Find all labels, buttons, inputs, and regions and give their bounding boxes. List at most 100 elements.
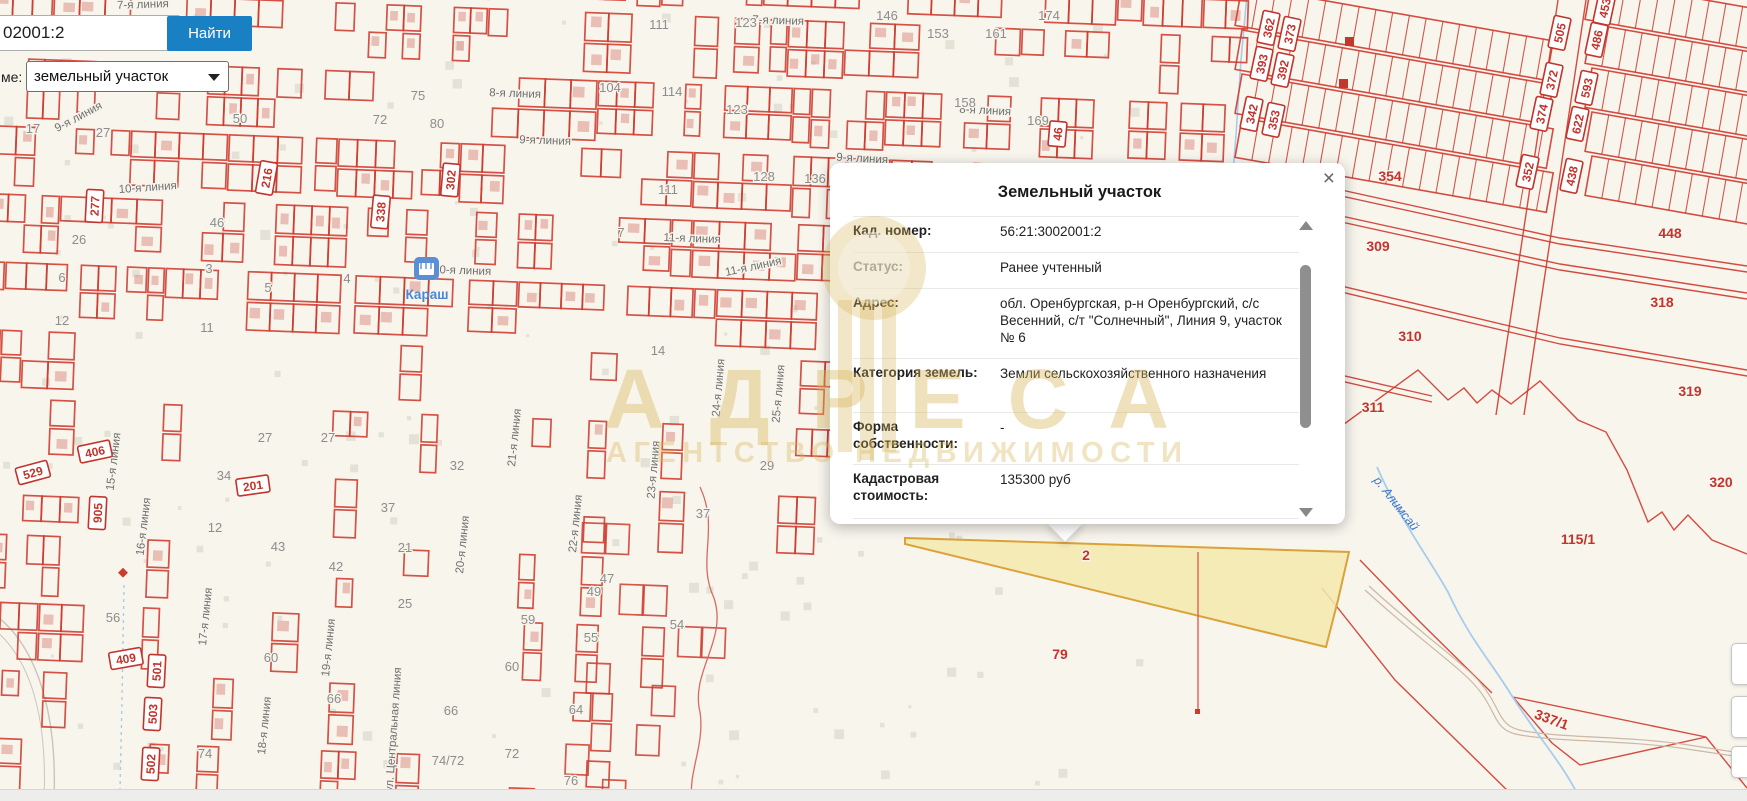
popup-field-row: Статус:Ранее учтенный bbox=[853, 252, 1299, 288]
popup-field-row: Уточненная площадь:30000.00 кв.м bbox=[853, 518, 1299, 524]
parcel-number: 123 bbox=[735, 15, 757, 30]
parcel-number: 25 bbox=[398, 596, 412, 611]
popup-title: Земельный участок bbox=[854, 183, 1305, 202]
parcel-number: 4 bbox=[343, 271, 350, 286]
parcel-number: 169 bbox=[1027, 113, 1049, 128]
parcel-number: 114 bbox=[662, 84, 683, 99]
parcel-number-red: 311 bbox=[1362, 399, 1385, 415]
svg-text:277: 277 bbox=[87, 195, 102, 216]
parcel-number: 37 bbox=[696, 506, 710, 521]
popup-rows: Кад. номер:56:21:3002001:2Статус:Ранее у… bbox=[853, 216, 1299, 524]
parcel-number: 158 bbox=[954, 95, 976, 110]
parcel-number: 5 bbox=[264, 280, 271, 295]
map-control-button[interactable] bbox=[1731, 696, 1747, 738]
parcel-number: 153 bbox=[927, 26, 949, 41]
close-icon[interactable]: × bbox=[1323, 169, 1335, 189]
parcel-number: 6 bbox=[58, 270, 65, 285]
parcel-number: 59 bbox=[521, 612, 535, 627]
parcel-number: 64 bbox=[569, 702, 583, 717]
parcel-info-popup: × Земельный участок Кад. номер:56:21:300… bbox=[830, 163, 1345, 524]
poi-label: Караш bbox=[406, 287, 449, 302]
scrollbar-thumb[interactable] bbox=[1300, 265, 1311, 428]
popup-field-row: Форма собственности:- bbox=[853, 412, 1299, 464]
parcel-number: 17 bbox=[26, 121, 40, 136]
parcel-number: 104 bbox=[599, 80, 621, 95]
parcel-number: 21 bbox=[398, 540, 412, 555]
parcel-number-red: 319 bbox=[1678, 383, 1702, 399]
parcel-number: 66 bbox=[327, 691, 341, 706]
parcel-number: 146 bbox=[876, 8, 898, 23]
popup-scrollbar[interactable] bbox=[1299, 221, 1312, 517]
popup-field-row: Адрес:обл. Оренбургская, р-н Оренбургски… bbox=[853, 288, 1299, 358]
popup-field-row: Кадастровая стоимость:135300 руб bbox=[853, 464, 1299, 518]
svg-text:338: 338 bbox=[373, 201, 389, 222]
parcel-number: 54 bbox=[670, 617, 684, 632]
parcel-number: 46 bbox=[210, 215, 224, 230]
svg-text:501: 501 bbox=[149, 660, 164, 681]
parcel-number: 66 bbox=[444, 703, 458, 718]
parcel-number: 76 bbox=[564, 773, 578, 788]
survey-point bbox=[1195, 709, 1200, 714]
parcel-number: 12 bbox=[55, 313, 69, 328]
field-label: Кад. номер: bbox=[853, 222, 1000, 248]
parcel-number: 3 bbox=[205, 261, 212, 276]
parcel-number-boxed: 338 bbox=[371, 195, 391, 229]
parcel-number: 111 bbox=[649, 17, 669, 32]
scroll-down-icon[interactable] bbox=[1299, 508, 1313, 517]
parcel-number: 14 bbox=[651, 343, 665, 358]
svg-text:46: 46 bbox=[1050, 126, 1065, 141]
parcel-number: 60 bbox=[505, 659, 519, 674]
parcel-number: 74 bbox=[198, 746, 212, 761]
parcel-number-red: 115/1 bbox=[1561, 531, 1595, 547]
field-value: 135300 руб bbox=[1000, 470, 1299, 514]
svg-text:302: 302 bbox=[443, 169, 459, 190]
parcel-number-red: 79 bbox=[1052, 646, 1068, 662]
search-input[interactable] bbox=[0, 15, 180, 51]
field-label: Адрес: bbox=[853, 294, 1000, 354]
map-control-button[interactable] bbox=[1731, 746, 1747, 778]
parcel-number: 111 bbox=[658, 182, 678, 197]
parcel-number: 161 bbox=[985, 26, 1007, 41]
parcel-number-red: 309 bbox=[1366, 238, 1390, 254]
parcel-number: 50 bbox=[233, 111, 247, 126]
parcel-number-red: 2 bbox=[1082, 547, 1090, 563]
parcel-number: 80 bbox=[430, 116, 444, 131]
field-label: Кадастровая стоимость: bbox=[853, 470, 1000, 514]
parcel-number: 27 bbox=[96, 125, 110, 140]
parcel-number: 27 bbox=[258, 430, 272, 445]
popup-field-row: Кад. номер:56:21:3002001:2 bbox=[853, 216, 1299, 252]
parcel-number: 26 bbox=[72, 232, 86, 247]
parcel-number: 49 bbox=[587, 584, 601, 599]
object-type-select[interactable]: земельный участок bbox=[26, 61, 229, 92]
field-label: Форма собственности: bbox=[853, 418, 1000, 460]
parcel-number: 29 bbox=[760, 458, 774, 473]
parcel-number: 174 bbox=[1038, 8, 1060, 23]
parcel-number-red: 310 bbox=[1398, 328, 1422, 344]
field-value: - bbox=[1000, 418, 1299, 460]
map-control-button[interactable] bbox=[1731, 643, 1747, 685]
cadastral-map-app: { "search": { "value": "02001:2", "find_… bbox=[0, 0, 1747, 800]
parcel-number: 7 bbox=[617, 225, 624, 240]
svg-text:201: 201 bbox=[242, 478, 264, 495]
parcel-number: 42 bbox=[329, 559, 343, 574]
parcel-number-boxed: 905 bbox=[88, 496, 107, 529]
parcel-number: 60 bbox=[264, 650, 278, 665]
parcel-number: 56 bbox=[106, 610, 120, 625]
parcel-number: 136 bbox=[804, 171, 826, 186]
parcel-number: 37 bbox=[381, 500, 395, 515]
parcel-number: 34 bbox=[217, 468, 231, 483]
street-label: 11-я линия bbox=[663, 232, 721, 246]
horizontal-scrollbar[interactable] bbox=[0, 789, 1747, 801]
parcel-number: 74/72 bbox=[432, 753, 465, 768]
parcel-number: 27 bbox=[321, 430, 335, 445]
field-value: 56:21:3002001:2 bbox=[1000, 222, 1299, 248]
parcel-number: 75 bbox=[411, 88, 425, 103]
parcel-number-boxed: 46 bbox=[1048, 121, 1067, 147]
parcel-number-red: 354 bbox=[1378, 168, 1402, 184]
parcel-number-red: 320 bbox=[1709, 474, 1733, 490]
scroll-up-icon[interactable] bbox=[1299, 221, 1313, 230]
parcel-number: 12 bbox=[208, 520, 222, 535]
find-button[interactable]: Найти bbox=[167, 16, 252, 51]
parcel-number: 128 bbox=[753, 169, 775, 184]
parcel-number-red: 448 bbox=[1658, 225, 1682, 241]
